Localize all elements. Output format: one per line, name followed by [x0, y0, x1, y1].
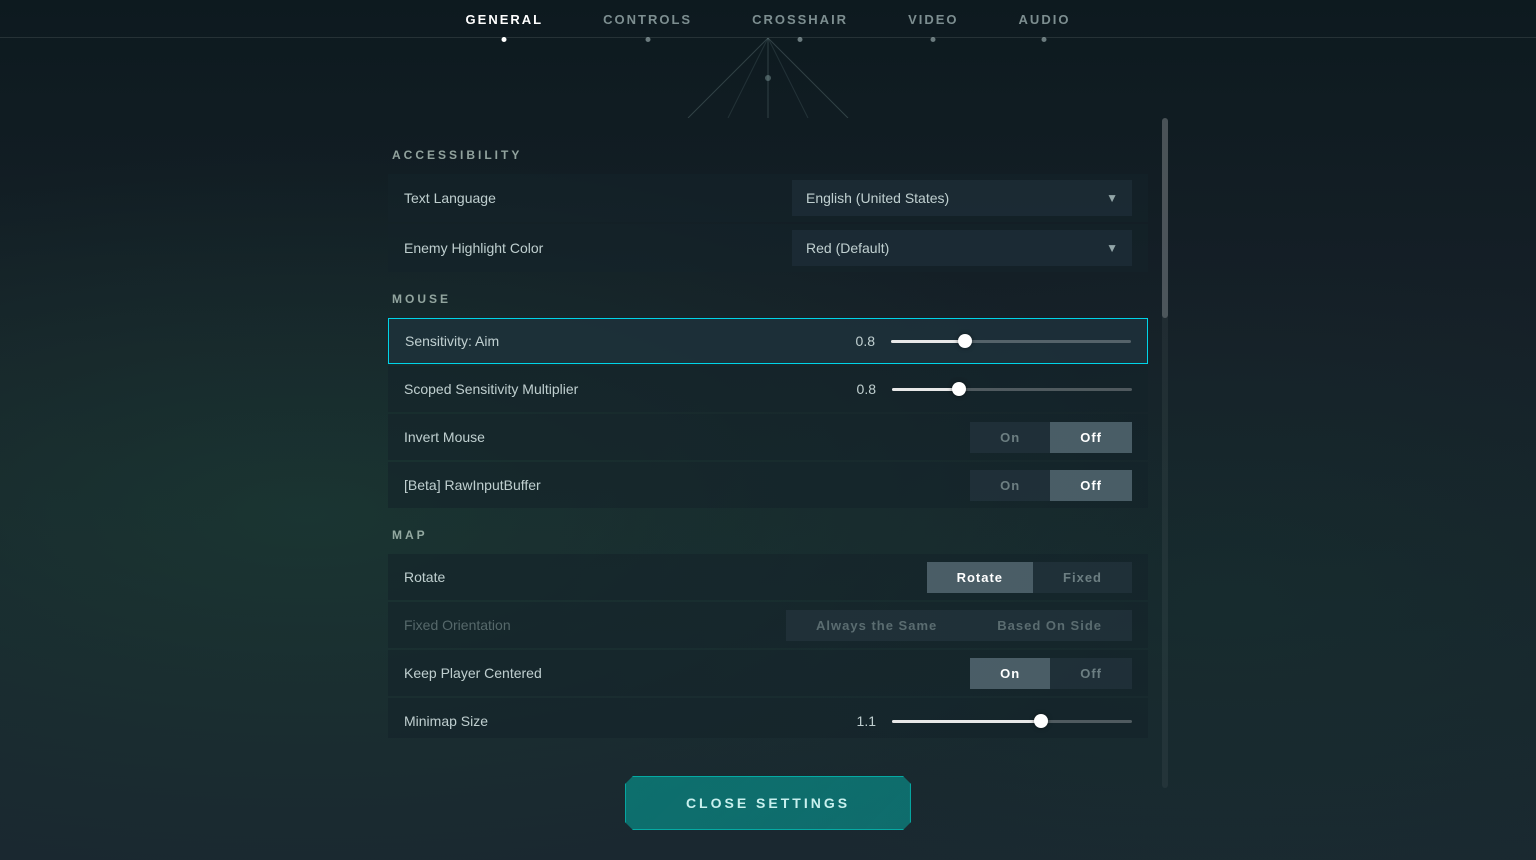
slider-track: [892, 720, 1132, 723]
keep-player-centered-label: Keep Player Centered: [404, 665, 970, 681]
fixed-orientation-row: Fixed Orientation Always the Same Based …: [388, 602, 1148, 648]
tab-crosshair[interactable]: CROSSHAIR: [752, 12, 848, 37]
map-header: MAP: [388, 528, 1148, 542]
raw-input-toggle: On Off: [970, 470, 1132, 501]
scoped-sensitivity-value: 0.8: [826, 381, 876, 397]
enemy-highlight-label: Enemy Highlight Color: [404, 240, 792, 256]
slider-track: [891, 340, 1131, 343]
fixed-orientation-always-btn[interactable]: Always the Same: [786, 610, 967, 641]
invert-mouse-off-btn[interactable]: Off: [1050, 422, 1132, 453]
scoped-sensitivity-slider[interactable]: [892, 387, 1132, 391]
sensitivity-aim-row: Sensitivity: Aim 0.8: [388, 318, 1148, 364]
minimap-size-slider[interactable]: [892, 719, 1132, 723]
invert-mouse-label: Invert Mouse: [404, 429, 970, 445]
raw-input-off-btn[interactable]: Off: [1050, 470, 1132, 501]
minimap-size-label: Minimap Size: [404, 713, 826, 729]
minimap-size-row: Minimap Size 1.1: [388, 698, 1148, 738]
scoped-sensitivity-label: Scoped Sensitivity Multiplier: [404, 381, 826, 397]
rotate-rotate-btn[interactable]: Rotate: [927, 562, 1033, 593]
scrollbar-track[interactable]: [1162, 118, 1168, 788]
slider-fill: [892, 388, 959, 391]
sensitivity-aim-label: Sensitivity: Aim: [405, 333, 825, 349]
tab-controls[interactable]: CONTROLS: [603, 12, 692, 37]
raw-input-label: [Beta] RawInputBuffer: [404, 477, 970, 493]
keep-player-on-btn[interactable]: On: [970, 658, 1050, 689]
enemy-highlight-row: Enemy Highlight Color Red (Default) ▼: [388, 224, 1148, 272]
sensitivity-aim-slider[interactable]: [891, 339, 1131, 343]
settings-panel[interactable]: ACCESSIBILITY Text Language English (Uni…: [388, 118, 1148, 738]
sensitivity-aim-value: 0.8: [825, 333, 875, 349]
close-settings-button[interactable]: CLOSE SETTINGS: [625, 776, 911, 830]
slider-thumb[interactable]: [952, 382, 966, 396]
nav-bar: GENERAL CONTROLS CROSSHAIR VIDEO AUDIO: [0, 0, 1536, 38]
rotate-row: Rotate Rotate Fixed: [388, 554, 1148, 600]
tab-general[interactable]: GENERAL: [466, 12, 544, 37]
text-language-label: Text Language: [404, 190, 792, 206]
tab-audio[interactable]: AUDIO: [1019, 12, 1071, 37]
nav-decorative-lines: [0, 38, 1536, 118]
main-content: ACCESSIBILITY Text Language English (Uni…: [0, 118, 1536, 788]
panel-wrapper: ACCESSIBILITY Text Language English (Uni…: [388, 118, 1148, 788]
slider-fill: [891, 340, 965, 343]
slider-track: [892, 388, 1132, 391]
scrollbar-thumb[interactable]: [1162, 118, 1168, 318]
rotate-toggle: Rotate Fixed: [927, 562, 1132, 593]
invert-mouse-on-btn[interactable]: On: [970, 422, 1050, 453]
enemy-highlight-dropdown[interactable]: Red (Default) ▼: [792, 230, 1132, 266]
scoped-sensitivity-row: Scoped Sensitivity Multiplier 0.8: [388, 366, 1148, 412]
slider-thumb[interactable]: [1034, 714, 1048, 728]
minimap-size-value: 1.1: [826, 713, 876, 729]
raw-input-on-btn[interactable]: On: [970, 470, 1050, 501]
dropdown-arrow-icon: ▼: [1106, 191, 1118, 205]
rotate-label: Rotate: [404, 569, 927, 585]
rotate-fixed-btn[interactable]: Fixed: [1033, 562, 1132, 593]
text-language-dropdown[interactable]: English (United States) ▼: [792, 180, 1132, 216]
accessibility-header: ACCESSIBILITY: [388, 148, 1148, 162]
fixed-orientation-label: Fixed Orientation: [404, 617, 786, 633]
fixed-orientation-toggle: Always the Same Based On Side: [786, 610, 1132, 641]
invert-mouse-row: Invert Mouse On Off: [388, 414, 1148, 460]
keep-player-centered-toggle: On Off: [970, 658, 1132, 689]
slider-thumb[interactable]: [958, 334, 972, 348]
slider-fill: [892, 720, 1041, 723]
dropdown-arrow-icon: ▼: [1106, 241, 1118, 255]
fixed-orientation-side-btn[interactable]: Based On Side: [967, 610, 1132, 641]
keep-player-off-btn[interactable]: Off: [1050, 658, 1132, 689]
invert-mouse-toggle: On Off: [970, 422, 1132, 453]
keep-player-centered-row: Keep Player Centered On Off: [388, 650, 1148, 696]
tab-video[interactable]: VIDEO: [908, 12, 958, 37]
raw-input-row: [Beta] RawInputBuffer On Off: [388, 462, 1148, 508]
mouse-header: MOUSE: [388, 292, 1148, 306]
text-language-row: Text Language English (United States) ▼: [388, 174, 1148, 222]
